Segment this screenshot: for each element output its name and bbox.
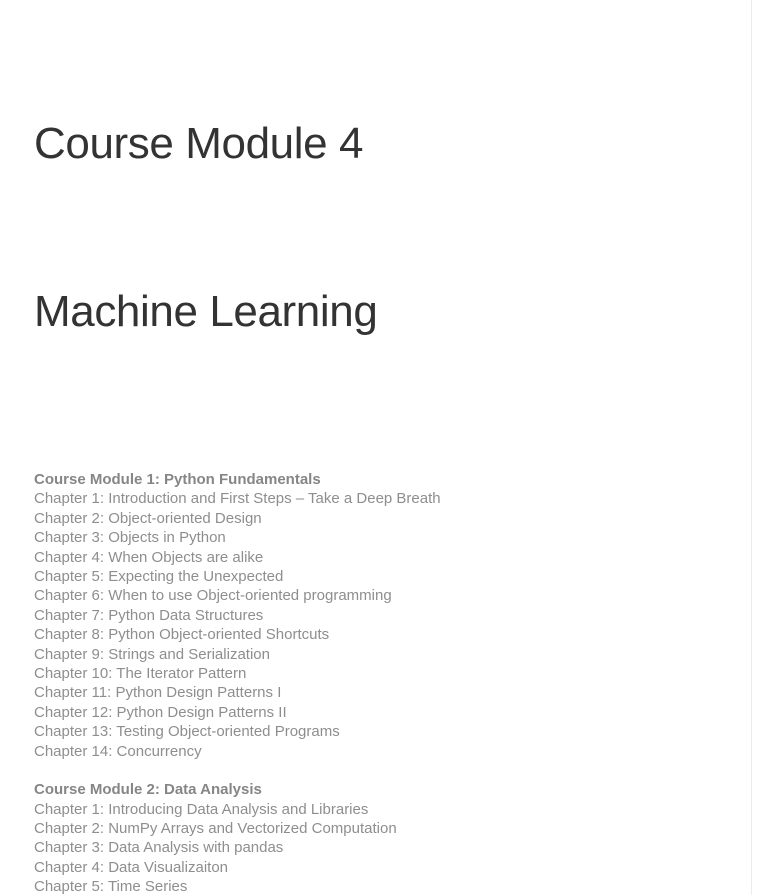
page-root: Course Module 4 Machine Learning Course …: [0, 0, 752, 895]
chapter-list-item: Chapter 4: Data Visualizaiton: [34, 858, 229, 876]
page-title: Course Module 4 Machine Learning: [34, 0, 717, 452]
chapter-list-item: Chapter 2: Object-oriented Design: [34, 509, 262, 527]
chapter-list-item: Chapter 6: When to use Object-oriented p…: [34, 587, 392, 605]
module-section: Course Module 2: Data Analysis Chapter 1:…: [34, 780, 717, 895]
chapter-list-item: Chapter 11: Python Design Patterns I: [34, 684, 282, 702]
chapter-list-item: Chapter 9: Strings and Serialization: [34, 645, 270, 663]
chapter-list-item: Chapter 1: Introduction and First Steps …: [34, 490, 441, 508]
chapter-list-item: Chapter 10: The Iterator Pattern: [34, 665, 247, 683]
chapter-list-item: Chapter 3: Data Analysis with pandas: [34, 839, 284, 857]
chapter-list-item: Chapter 5: Time Series: [34, 878, 188, 895]
page-title-line-1: Course Module 4: [34, 119, 364, 168]
page-title-line-2: Machine Learning: [34, 287, 378, 336]
table-of-contents: Course Module 1: Python Fundamentals Chap…: [34, 470, 717, 895]
module-section: Course Module 1: Python Fundamentals Chap…: [34, 470, 717, 761]
chapter-list-item: Chapter 8: Python Object-oriented Shortc…: [34, 626, 330, 644]
module-heading: Course Module 1: Python Fundamentals: [34, 471, 321, 488]
module-heading: Course Module 2: Data Analysis: [34, 781, 262, 799]
content-container: Course Module 4 Machine Learning Course …: [0, 0, 751, 895]
chapter-list: Chapter 1: Introducing Data Analysis and…: [34, 800, 717, 895]
chapter-list-item: Chapter 14: Concurrency: [34, 742, 202, 760]
chapter-list-item: Chapter 2: NumPy Arrays and Vectorized C…: [34, 819, 397, 837]
chapter-list-item: Chapter 5: Expecting the Unexpected: [34, 568, 284, 586]
chapter-list-item: Chapter 1: Introducing Data Analysis and…: [34, 800, 369, 818]
chapter-list-item: Chapter 7: Python Data Structures: [34, 606, 264, 624]
chapter-list-item: Chapter 12: Python Design Patterns II: [34, 703, 287, 721]
chapter-list-item: Chapter 3: Objects in Python: [34, 529, 226, 547]
chapter-list-item: Chapter 13: Testing Object-oriented Prog…: [34, 723, 340, 741]
chapter-list-item: Chapter 4: When Objects are alike: [34, 548, 264, 566]
chapter-list: Chapter 1: Introduction and First Steps …: [34, 489, 717, 761]
